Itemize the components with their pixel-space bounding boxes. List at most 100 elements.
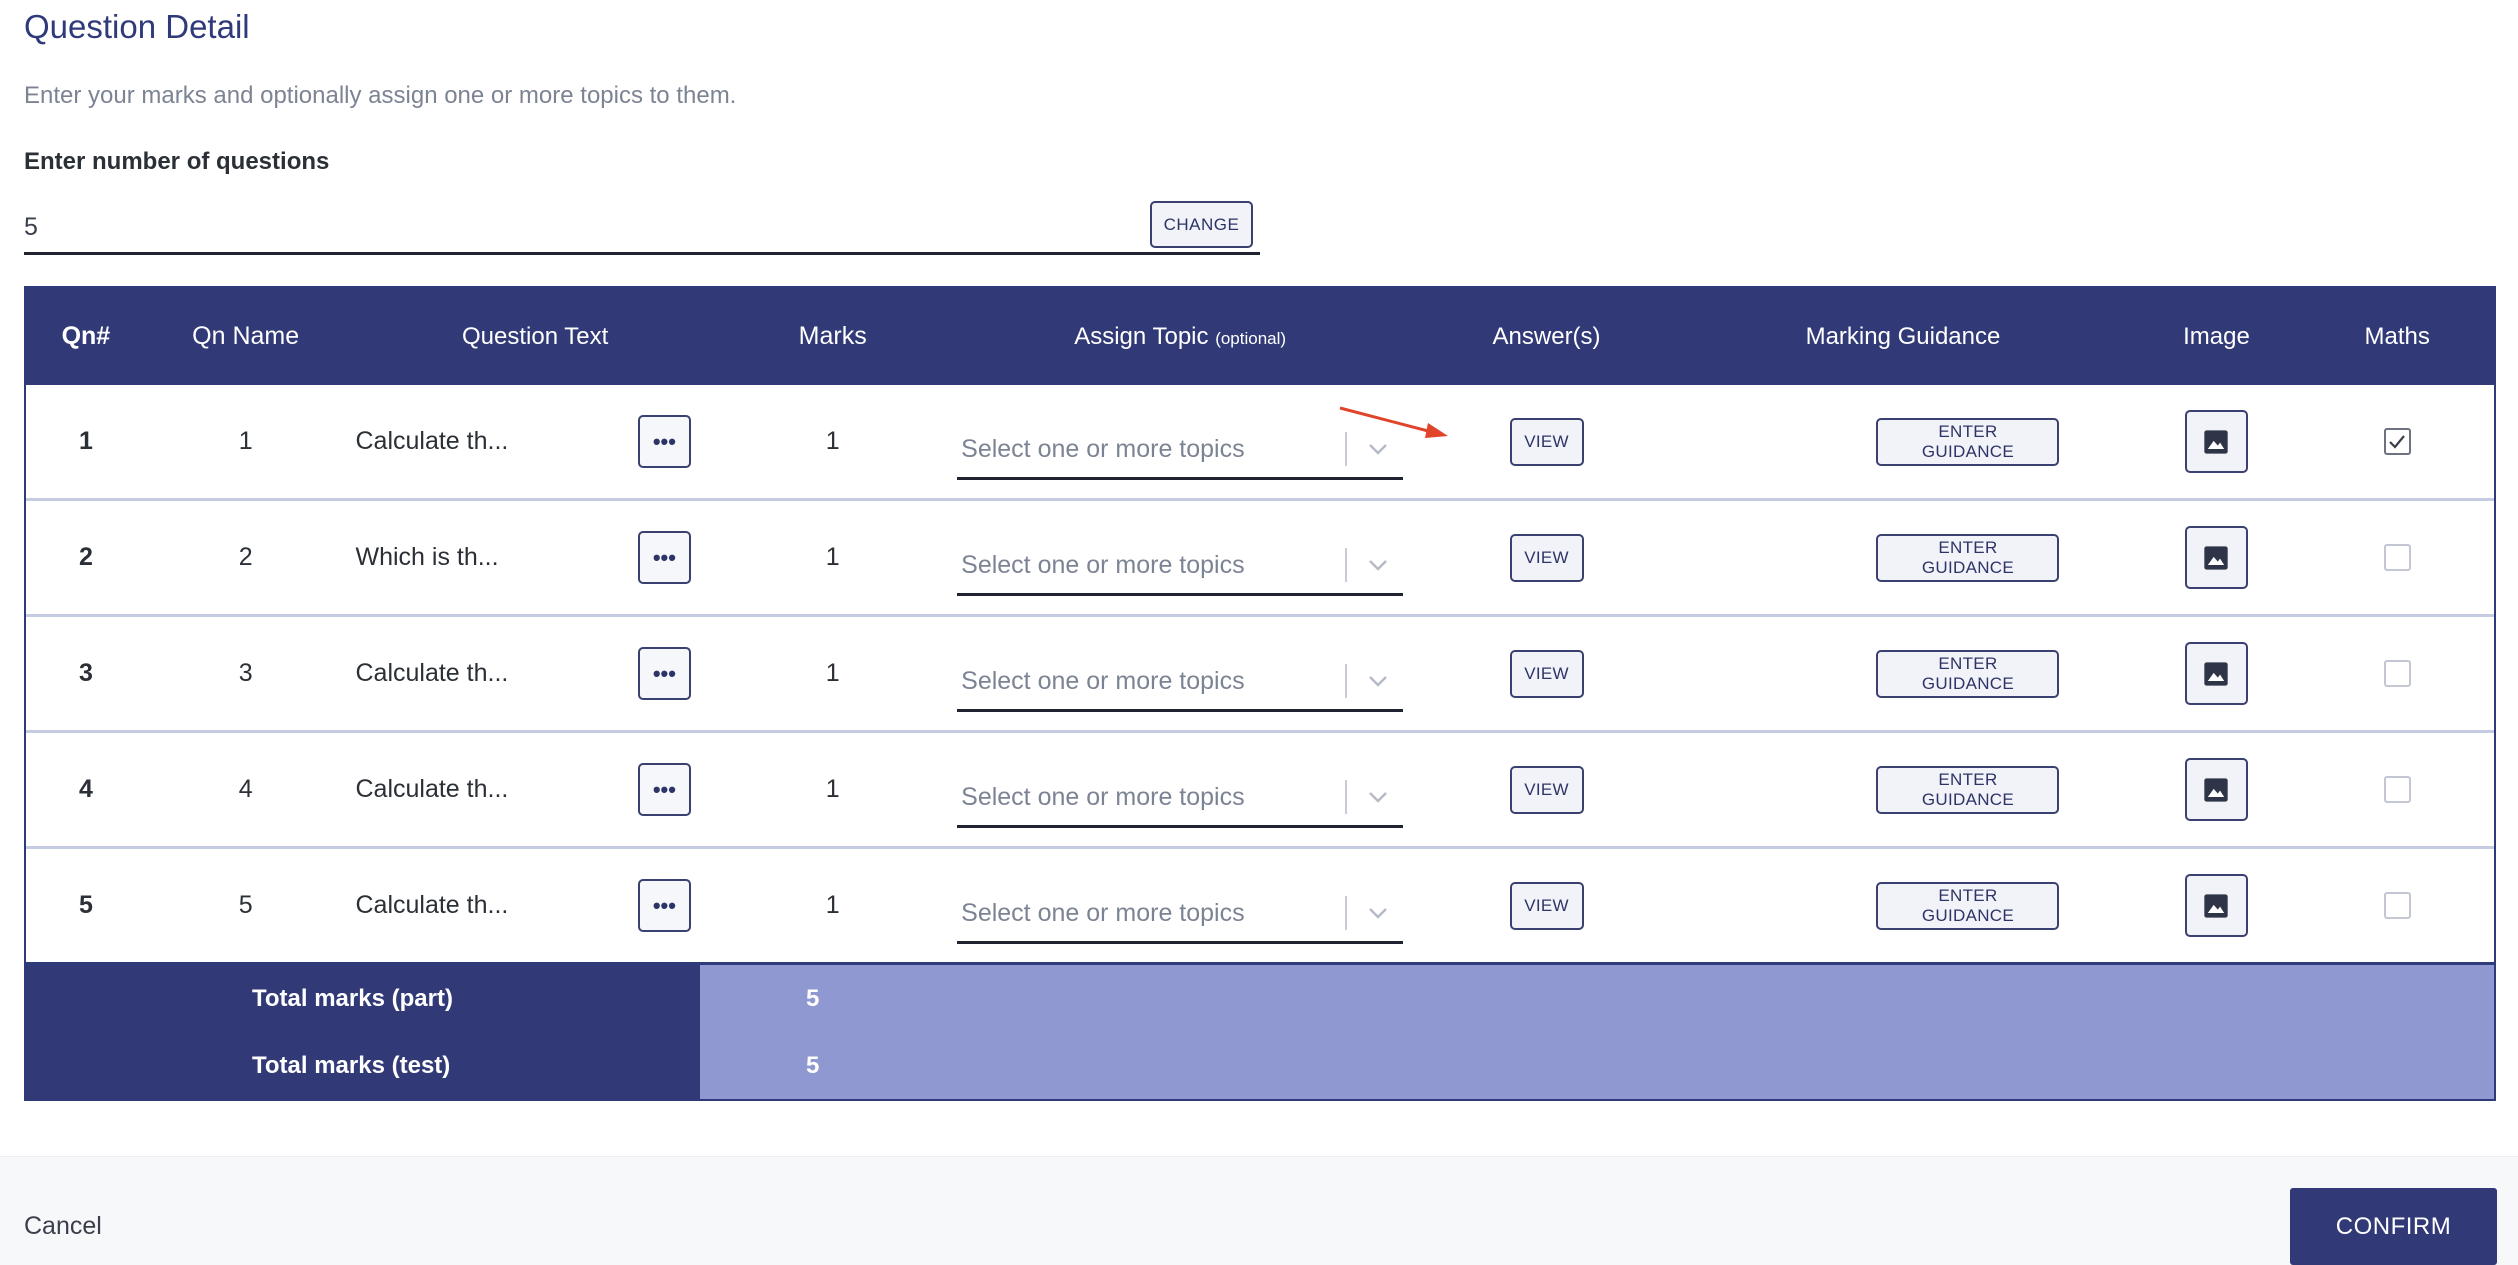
question-count-input[interactable] bbox=[24, 202, 1260, 255]
row-maths-cell bbox=[2300, 660, 2494, 687]
row-answers-cell: VIEW bbox=[1420, 533, 1674, 582]
image-icon bbox=[2204, 429, 2229, 454]
row-image-cell bbox=[2133, 874, 2301, 937]
topic-select-separator bbox=[1345, 548, 1348, 582]
header-assign-topic-note: (optional) bbox=[1215, 328, 1287, 348]
topic-select-placeholder: Select one or more topics bbox=[961, 434, 1245, 463]
row-maths-cell bbox=[2300, 428, 2494, 455]
row-marks: 1 bbox=[825, 775, 840, 803]
more-options-button[interactable]: ••• bbox=[637, 763, 691, 816]
row-qn: 1 bbox=[78, 427, 93, 455]
row-qn-name: 5 bbox=[238, 891, 253, 919]
image-button[interactable] bbox=[2184, 410, 2248, 473]
row-question-text-cell: Which is th... ••• bbox=[345, 531, 724, 584]
chevron-down-icon[interactable] bbox=[1363, 559, 1393, 571]
more-options-button[interactable]: ••• bbox=[637, 647, 691, 700]
enter-guidance-button[interactable]: ENTER GUIDANCE bbox=[1876, 417, 2060, 466]
ellipsis-icon: ••• bbox=[652, 660, 676, 686]
row-guidance-cell: ENTER GUIDANCE bbox=[1673, 881, 2132, 930]
topic-select[interactable]: Select one or more topics bbox=[957, 538, 1404, 596]
row-guidance-cell: ENTER GUIDANCE bbox=[1673, 765, 2132, 814]
row-maths-cell bbox=[2300, 544, 2494, 571]
row-image-cell bbox=[2133, 758, 2301, 821]
image-button[interactable] bbox=[2184, 874, 2248, 937]
image-button[interactable] bbox=[2184, 642, 2248, 705]
chevron-down-icon[interactable] bbox=[1363, 675, 1393, 687]
topic-select[interactable]: Select one or more topics bbox=[957, 770, 1404, 828]
image-icon bbox=[2204, 893, 2229, 918]
chevron-down-icon[interactable] bbox=[1363, 791, 1393, 803]
ellipsis-icon: ••• bbox=[652, 776, 676, 802]
more-options-button[interactable]: ••• bbox=[637, 531, 691, 584]
header-qn: Qn# bbox=[61, 322, 111, 350]
view-answers-button[interactable]: VIEW bbox=[1509, 417, 1584, 466]
cancel-link[interactable]: Cancel bbox=[24, 1212, 102, 1241]
chevron-down-icon[interactable] bbox=[1363, 443, 1393, 455]
topic-select-separator bbox=[1345, 896, 1348, 930]
page-subtitle: Enter your marks and optionally assign o… bbox=[24, 82, 737, 109]
more-options-button[interactable]: ••• bbox=[637, 415, 691, 468]
view-answers-button[interactable]: VIEW bbox=[1509, 881, 1584, 930]
view-answers-button[interactable]: VIEW bbox=[1509, 765, 1584, 814]
header-marking-guidance: Marking Guidance bbox=[1805, 322, 2001, 350]
image-button[interactable] bbox=[2184, 526, 2248, 589]
row-qn: 2 bbox=[78, 543, 93, 571]
row-question-text-cell: Calculate th... ••• bbox=[345, 647, 724, 700]
total-test-label: Total marks (test) bbox=[252, 1051, 451, 1079]
total-test-value: 5 bbox=[806, 1051, 820, 1079]
row-question-text: Which is th... bbox=[355, 543, 499, 571]
image-button[interactable] bbox=[2184, 758, 2248, 821]
row-marks: 1 bbox=[825, 543, 840, 571]
row-topic-cell: Select one or more topics bbox=[941, 752, 1420, 828]
header-answers: Answer(s) bbox=[1492, 322, 1601, 350]
topic-select-separator bbox=[1345, 664, 1348, 698]
row-question-text-cell: Calculate th... ••• bbox=[345, 879, 724, 932]
row-qn-name: 1 bbox=[238, 427, 253, 455]
row-guidance-cell: ENTER GUIDANCE bbox=[1673, 533, 2132, 582]
red-arrow-icon bbox=[1339, 406, 1448, 438]
enter-guidance-button[interactable]: ENTER GUIDANCE bbox=[1876, 533, 2060, 582]
enter-guidance-button[interactable]: ENTER GUIDANCE bbox=[1876, 881, 2060, 930]
ellipsis-icon: ••• bbox=[652, 544, 676, 570]
header-assign-topic: Assign Topic (optional) bbox=[941, 323, 1420, 351]
view-answers-button[interactable]: VIEW bbox=[1509, 649, 1584, 698]
ellipsis-icon: ••• bbox=[652, 892, 676, 918]
row-qn: 3 bbox=[78, 659, 93, 687]
row-guidance-cell: ENTER GUIDANCE bbox=[1673, 417, 2132, 466]
total-part-label: Total marks (part) bbox=[252, 984, 453, 1012]
maths-checkbox[interactable] bbox=[2383, 660, 2411, 687]
row-qn-name: 4 bbox=[238, 775, 253, 803]
row-marks: 1 bbox=[825, 427, 840, 455]
row-qn: 5 bbox=[78, 891, 93, 919]
row-topic-cell: Select one or more topics bbox=[941, 636, 1420, 712]
header-assign-topic-label: Assign Topic bbox=[1074, 322, 1209, 350]
table-row: 4 4 Calculate th... ••• 1 Select one or more … bbox=[26, 730, 2494, 846]
row-image-cell bbox=[2133, 526, 2301, 589]
row-question-text: Calculate th... bbox=[355, 891, 509, 919]
maths-checkbox[interactable] bbox=[2383, 892, 2411, 919]
more-options-button[interactable]: ••• bbox=[637, 879, 691, 932]
topic-select-placeholder: Select one or more topics bbox=[961, 898, 1245, 927]
change-button[interactable]: CHANGE bbox=[1150, 201, 1253, 248]
confirm-button[interactable]: CONFIRM bbox=[2290, 1188, 2497, 1265]
table-row: 3 3 Calculate th... ••• 1 Select one or more … bbox=[26, 614, 2494, 730]
maths-checkbox[interactable] bbox=[2383, 776, 2411, 803]
topic-select[interactable]: Select one or more topics bbox=[957, 886, 1404, 944]
header-image: Image bbox=[2183, 322, 2250, 350]
row-guidance-cell: ENTER GUIDANCE bbox=[1673, 649, 2132, 698]
enter-guidance-button[interactable]: ENTER GUIDANCE bbox=[1876, 649, 2060, 698]
maths-checkbox[interactable] bbox=[2383, 428, 2411, 455]
row-marks: 1 bbox=[825, 659, 840, 687]
table-row: 5 5 Calculate th... ••• 1 Select one or more … bbox=[26, 846, 2494, 962]
topic-select-placeholder: Select one or more topics bbox=[961, 666, 1245, 695]
topic-select[interactable]: Select one or more topics bbox=[957, 654, 1404, 712]
row-answers-cell: VIEW bbox=[1420, 417, 1674, 466]
question-table: Qn# Qn Name Question Text Marks Assign T… bbox=[24, 286, 2496, 1101]
row-topic-cell: Select one or more topics bbox=[941, 868, 1420, 944]
ellipsis-icon: ••• bbox=[652, 428, 676, 454]
chevron-down-icon[interactable] bbox=[1363, 907, 1393, 919]
view-answers-button[interactable]: VIEW bbox=[1509, 533, 1584, 582]
header-question-text: Question Text bbox=[462, 322, 609, 350]
enter-guidance-button[interactable]: ENTER GUIDANCE bbox=[1876, 765, 2060, 814]
maths-checkbox[interactable] bbox=[2383, 544, 2411, 571]
